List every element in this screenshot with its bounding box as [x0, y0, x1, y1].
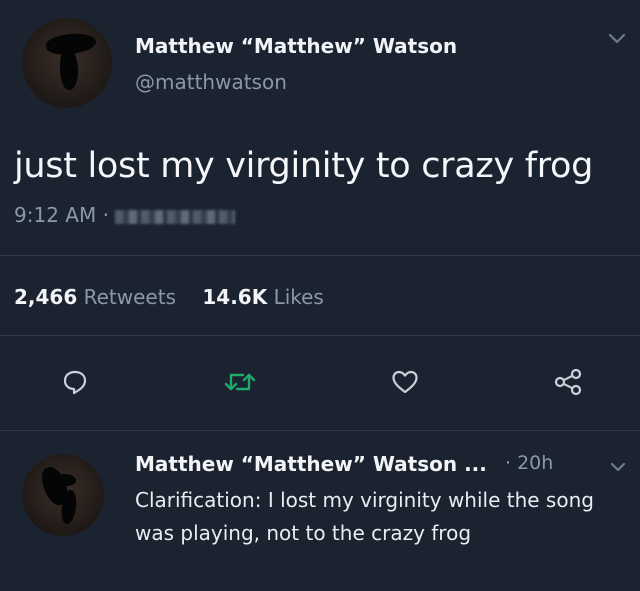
- engagement-stats: 2,466 Retweets 14.6K Likes: [14, 285, 344, 309]
- retweet-icon: [224, 373, 256, 391]
- divider: [0, 335, 640, 336]
- heart-icon: [392, 370, 418, 394]
- blurred-date: [114, 209, 235, 224]
- chevron-down-icon[interactable]: [608, 30, 626, 49]
- tweet-time: 9:12 AM ·: [14, 203, 109, 227]
- avatar[interactable]: [22, 18, 112, 108]
- share-icon: [554, 368, 582, 396]
- tweet-text: just lost my virginity to crazy frog: [14, 146, 594, 186]
- retweet-button[interactable]: [220, 362, 260, 402]
- divider: [0, 255, 640, 256]
- reply-time[interactable]: · 20h: [505, 452, 553, 474]
- like-button[interactable]: [385, 362, 425, 402]
- reply-display-name[interactable]: Matthew “Matthew” Watson ...: [135, 452, 487, 476]
- retweets-label[interactable]: Retweets: [84, 285, 176, 309]
- reply-text: Clarification: I lost my virginity while…: [135, 488, 594, 545]
- reply-bubble-icon: [63, 370, 87, 395]
- retweets-count[interactable]: 2,466: [14, 285, 77, 309]
- main-tweet: Matthew “Matthew” Watson @matthwatson ju…: [0, 0, 640, 445]
- divider: [0, 430, 640, 431]
- user-handle[interactable]: @matthwatson: [135, 70, 287, 94]
- likes-count[interactable]: 14.6K: [202, 285, 267, 309]
- tweet-timestamp: 9:12 AM ·: [14, 203, 235, 227]
- share-button[interactable]: [548, 362, 588, 402]
- likes-label[interactable]: Likes: [274, 285, 324, 309]
- chevron-down-icon[interactable]: [610, 458, 626, 477]
- avatar[interactable]: [22, 454, 104, 536]
- display-name[interactable]: Matthew “Matthew” Watson: [135, 34, 457, 58]
- reply-button[interactable]: [55, 362, 95, 402]
